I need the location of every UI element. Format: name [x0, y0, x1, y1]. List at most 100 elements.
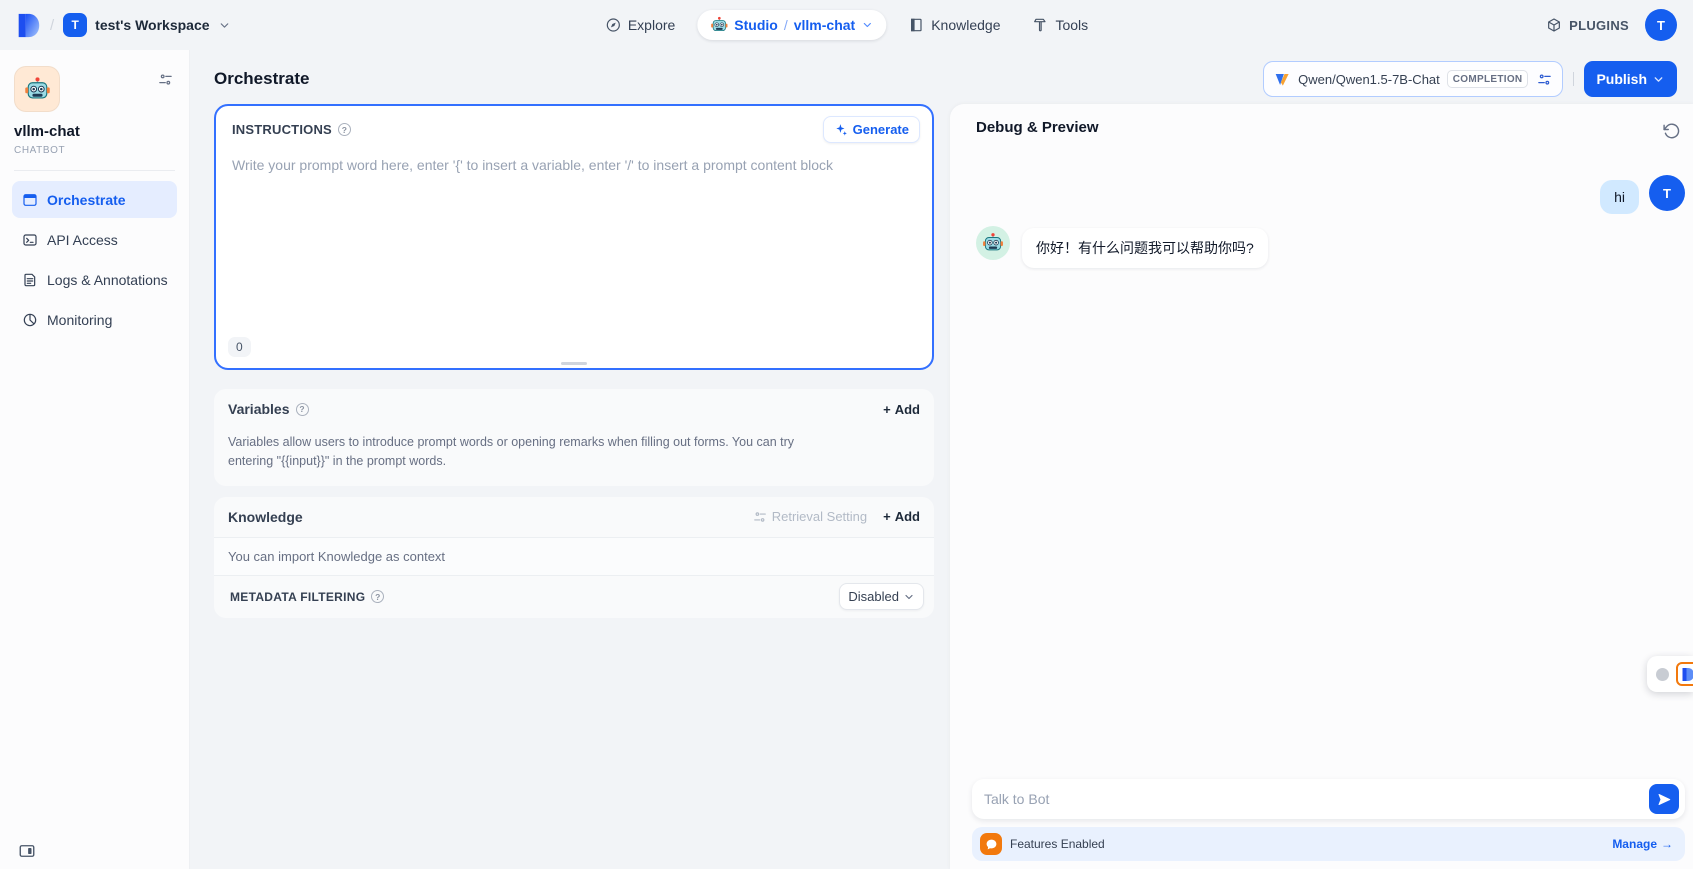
page-title: Orchestrate [214, 69, 309, 89]
knowledge-card: Knowledge Retrieval Setting + [214, 497, 934, 618]
add-variable-button[interactable]: + Add [883, 402, 920, 417]
user-avatar: T [1649, 175, 1685, 211]
drag-handle-dot[interactable] [1656, 668, 1669, 681]
nav-tools[interactable]: Tools [1022, 9, 1098, 41]
variables-title: Variables [228, 401, 290, 417]
terminal-icon [22, 232, 38, 248]
retrieval-setting-button[interactable]: Retrieval Setting [753, 509, 867, 524]
plus-icon: + [883, 402, 891, 417]
prompt-editor[interactable]: Write your prompt word here, enter '{' t… [216, 147, 932, 368]
app-type-label: CHATBOT [14, 145, 175, 156]
sidebar-item-logs-annotations[interactable]: Logs & Annotations [12, 261, 177, 298]
features-bar: Features Enabled Manage → [972, 827, 1685, 861]
instructions-title: INSTRUCTIONS [232, 122, 332, 137]
explore-icon [605, 17, 621, 33]
metadata-filtering-label: METADATA FILTERING [230, 590, 365, 604]
arrow-right-icon: → [1661, 837, 1673, 851]
metadata-filtering-select[interactable]: Disabled [839, 583, 924, 610]
dify-mini-logo[interactable] [1676, 662, 1693, 686]
nav-knowledge[interactable]: Knowledge [898, 9, 1010, 41]
chevron-down-icon [861, 19, 873, 31]
publish-label: Publish [1596, 71, 1647, 87]
sparkle-icon [834, 123, 848, 137]
chevron-down-icon [218, 19, 231, 32]
logs-icon [22, 272, 38, 288]
publish-button[interactable]: Publish [1584, 61, 1677, 97]
restart-conversation-icon[interactable] [1659, 119, 1683, 143]
breadcrumb-separator: / [50, 17, 54, 34]
account-avatar[interactable]: T [1645, 9, 1677, 41]
chat-history: hi T [950, 149, 1693, 779]
nav-knowledge-label: Knowledge [931, 17, 1000, 33]
add-variable-label: Add [895, 402, 920, 417]
orchestrate-panel: INSTRUCTIONS ? Generate Write your promp… [190, 104, 950, 869]
sidebar-item-orchestrate[interactable]: Orchestrate [12, 181, 177, 218]
app-settings-icon[interactable] [158, 72, 173, 87]
nav-studio-label: Studio [734, 17, 778, 33]
topbar-divider [1573, 72, 1574, 86]
collapse-sidebar-icon[interactable] [18, 842, 36, 860]
plugins-button[interactable]: PLUGINS [1546, 17, 1629, 33]
sidebar-item-label: Orchestrate [47, 192, 126, 208]
floating-extension-widget[interactable] [1647, 656, 1693, 692]
chevron-down-icon [903, 591, 915, 603]
workspace-avatar: T [63, 13, 87, 37]
app-sidebar: vllm-chat CHATBOT Orchestrate API Access [0, 50, 190, 869]
bot-avatar [976, 226, 1010, 260]
dify-logo[interactable] [16, 12, 41, 39]
monitoring-icon [22, 312, 38, 328]
chat-message-user: hi T [976, 175, 1685, 214]
manage-label: Manage [1612, 837, 1657, 851]
sidebar-item-label: Logs & Annotations [47, 272, 168, 288]
model-name: Qwen/Qwen1.5-7B-Chat [1298, 72, 1440, 87]
chat-input[interactable] [984, 791, 1641, 807]
sidebar-item-label: API Access [47, 232, 118, 248]
prompt-placeholder: Write your prompt word here, enter '{' t… [232, 157, 833, 173]
send-button[interactable] [1649, 784, 1679, 814]
resize-handle[interactable] [561, 362, 587, 365]
nav-explore[interactable]: Explore [595, 9, 685, 41]
workspace-selector[interactable]: T test's Workspace [63, 13, 230, 37]
debug-preview-title: Debug & Preview [976, 119, 1099, 136]
sidebar-item-api-access[interactable]: API Access [12, 221, 177, 258]
nav-tools-label: Tools [1055, 17, 1088, 33]
send-icon [1657, 792, 1672, 807]
variables-card: Variables ? + Add Variables allow users … [214, 389, 934, 486]
help-icon[interactable]: ? [371, 590, 384, 603]
metadata-filtering-value: Disabled [848, 589, 899, 604]
sidebar-item-monitoring[interactable]: Monitoring [12, 301, 177, 338]
bot-message-bubble: 你好！有什么问题我可以帮助你吗? [1022, 228, 1268, 268]
nav-explore-label: Explore [628, 17, 675, 33]
generate-button[interactable]: Generate [823, 116, 920, 143]
sidebar-divider [14, 170, 175, 171]
plugins-label: PLUGINS [1569, 18, 1629, 33]
robot-icon [710, 16, 728, 34]
sidebar-item-label: Monitoring [47, 312, 112, 328]
features-icon [980, 833, 1002, 855]
chat-message-assistant: 你好！有什么问题我可以帮助你吗? [976, 226, 1685, 268]
help-icon[interactable]: ? [296, 403, 309, 416]
nav-studio-active[interactable]: Studio / vllm-chat [697, 10, 886, 40]
manage-features-link[interactable]: Manage → [1612, 837, 1673, 851]
nav-studio-separator: / [784, 17, 788, 33]
plugins-icon [1546, 17, 1562, 33]
model-selector[interactable]: Qwen/Qwen1.5-7B-Chat COMPLETION [1263, 61, 1563, 97]
model-mode-badge: COMPLETION [1447, 70, 1529, 88]
vllm-logo [1274, 72, 1291, 87]
user-message-bubble: hi [1600, 180, 1639, 214]
debug-preview-panel: Debug & Preview hi T [950, 104, 1693, 869]
knowledge-title: Knowledge [228, 509, 303, 525]
help-icon[interactable]: ? [338, 123, 351, 136]
metadata-filtering-row: METADATA FILTERING ? Disabled [214, 576, 934, 618]
knowledge-description: You can import Knowledge as context [214, 537, 934, 576]
model-params-icon[interactable] [1537, 72, 1552, 87]
nav-studio-app-name: vllm-chat [794, 17, 855, 33]
app-icon[interactable] [14, 66, 60, 112]
add-knowledge-button[interactable]: + Add [883, 509, 920, 524]
knowledge-icon [908, 17, 924, 33]
char-count-badge: 0 [228, 337, 251, 357]
main-nav: Explore Studio / vllm-chat [595, 9, 1098, 41]
add-knowledge-label: Add [895, 509, 920, 524]
workspace-name: test's Workspace [95, 17, 209, 33]
retrieval-setting-label: Retrieval Setting [772, 509, 867, 524]
